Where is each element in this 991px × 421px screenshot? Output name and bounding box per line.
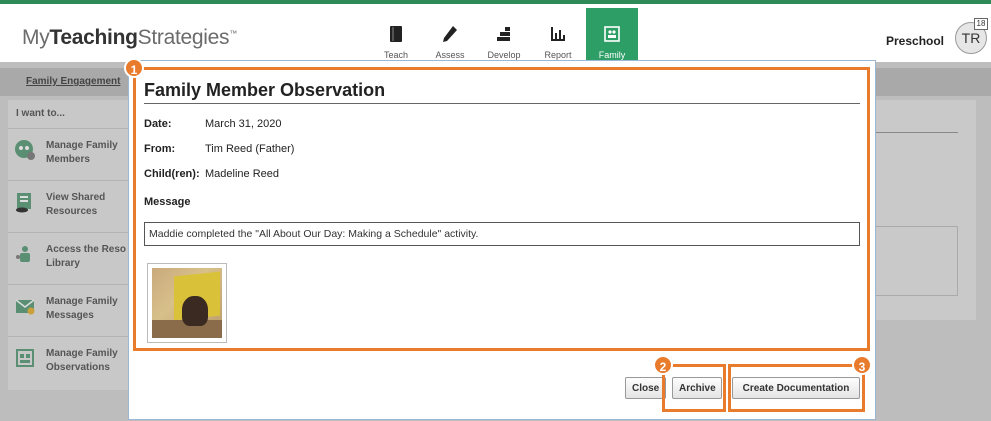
- logo-text-my: My: [22, 26, 50, 49]
- bar-chart-icon: [551, 27, 565, 41]
- notification-badge[interactable]: 18: [974, 18, 988, 30]
- sidebar-item-access-resource-library[interactable]: Access the Reso Library: [8, 232, 130, 282]
- top-bar: MyTeachingStrategies™ Teach Assess Devel…: [0, 0, 991, 66]
- family-icon: [604, 26, 620, 42]
- program-name[interactable]: Preschool: [886, 34, 944, 48]
- shared-resources-icon: [16, 193, 31, 213]
- blocks-icon: [497, 27, 510, 41]
- pencil-icon: [443, 26, 457, 42]
- nav-teach[interactable]: Teach: [370, 8, 422, 66]
- nav-assess[interactable]: Assess: [424, 8, 476, 66]
- sidebar-item-view-shared-resources[interactable]: View Shared Resources: [8, 180, 130, 230]
- sidebar-item-label: Manage Family Observations: [46, 348, 118, 373]
- logo-trademark: ™: [229, 29, 237, 38]
- callout-frame-3: [728, 364, 865, 412]
- family-engagement-link[interactable]: Family Engagement: [26, 76, 120, 87]
- close-button[interactable]: Close: [625, 377, 667, 399]
- nav-label: Report: [544, 50, 572, 60]
- logo-text-strategies: Strategies: [137, 26, 230, 49]
- nav-develop[interactable]: Develop: [478, 8, 530, 66]
- nav-label: Family: [598, 50, 626, 60]
- sidebar-item-manage-family-messages[interactable]: Manage Family Messages: [8, 284, 130, 334]
- callout-number-1: 1: [124, 58, 144, 78]
- sidebar: I want to... Manage Family Members View …: [8, 100, 130, 390]
- nav-report[interactable]: Report: [532, 8, 584, 66]
- sidebar-item-label: Access the Reso Library: [46, 244, 127, 269]
- messages-icon: [15, 299, 35, 315]
- sidebar-heading: I want to...: [16, 108, 65, 119]
- observations-icon: [16, 349, 34, 367]
- sidebar-item-manage-family-members[interactable]: Manage Family Members: [8, 128, 130, 178]
- nav-label: Assess: [435, 50, 465, 60]
- nav-family[interactable]: Family: [586, 8, 638, 66]
- logo[interactable]: MyTeachingStrategies™: [22, 26, 237, 50]
- nav-label: Teach: [383, 50, 409, 60]
- callout-number-2: 2: [653, 355, 673, 375]
- logo-text-teaching: Teaching: [49, 26, 138, 49]
- resource-library-icon: [16, 246, 30, 262]
- callout-frame-1: [133, 67, 870, 351]
- callout-number-3: 3: [852, 355, 872, 375]
- sidebar-item-label: View Shared Resources: [46, 192, 106, 217]
- main-nav: Teach Assess Develop Report Family: [370, 8, 640, 66]
- sidebar-item-manage-family-observations[interactable]: Manage Family Observations: [8, 336, 130, 386]
- family-members-icon: [15, 140, 35, 160]
- callout-frame-2: [662, 364, 726, 412]
- book-icon: [390, 26, 402, 42]
- nav-label: Develop: [487, 50, 521, 60]
- divider: [868, 132, 958, 133]
- sidebar-item-label: Manage Family Messages: [46, 296, 118, 321]
- sidebar-item-label: Manage Family Members: [46, 140, 118, 165]
